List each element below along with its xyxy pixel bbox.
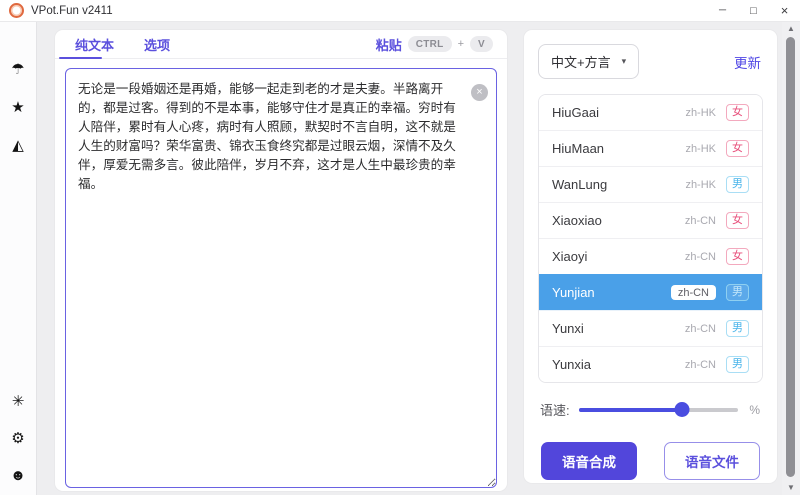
voice-locale: zh-CN xyxy=(685,359,716,371)
voice-locale: zh-CN xyxy=(685,323,716,335)
gender-badge: 女 xyxy=(726,212,749,229)
chevron-down-icon: ▾ xyxy=(622,56,627,67)
voice-name: Xiaoyi xyxy=(552,249,685,264)
paste-group: 粘贴 CTRL + V xyxy=(376,35,493,54)
speed-slider-thumb[interactable] xyxy=(675,402,690,417)
umbrella-icon[interactable]: ☂ xyxy=(11,62,24,77)
action-buttons: 语音合成 语音文件 xyxy=(524,442,777,480)
clear-text-button[interactable]: × xyxy=(471,84,488,101)
synthesize-button[interactable]: 语音合成 xyxy=(541,442,637,480)
voice-locale: zh-HK xyxy=(685,179,716,191)
speed-unit: % xyxy=(749,403,760,417)
gender-badge: 男 xyxy=(726,356,749,373)
textarea-container: 无论是一段婚姻还是再婚，能够一起走到老的才是夫妻。半路离开的，都是过客。得到的不… xyxy=(65,68,497,488)
voice-name: Yunxia xyxy=(552,357,685,372)
voice-row[interactable]: Xiaoxiao zh-CN 女 xyxy=(539,202,762,238)
voice-name: WanLung xyxy=(552,177,685,192)
robot-icon[interactable]: ☻ xyxy=(10,468,26,483)
app-content: ☂ ★ ◭ ✳ ⚙ ☻ 纯文本 选项 粘贴 CTRL + V 无论是一段婚姻还是… xyxy=(0,22,800,495)
voice-name: Yunjian xyxy=(552,285,671,300)
paste-button[interactable]: 粘贴 xyxy=(376,35,402,54)
window-controls: ─ □ × xyxy=(707,0,800,21)
voice-row[interactable]: WanLung zh-HK 男 xyxy=(539,166,762,202)
scrollbar-thumb[interactable] xyxy=(786,37,795,477)
text-input[interactable]: 无论是一段婚姻还是再婚，能够一起走到老的才是夫妻。半路离开的，都是过客。得到的不… xyxy=(65,68,497,488)
voice-name: HiuMaan xyxy=(552,141,685,156)
sidebar: ☂ ★ ◭ ✳ ⚙ ☻ xyxy=(0,22,37,495)
voice-row[interactable]: Yunxi zh-CN 男 xyxy=(539,310,762,346)
voice-locale: zh-HK xyxy=(685,107,716,119)
voice-locale: zh-CN xyxy=(671,285,716,300)
language-dropdown[interactable]: 中文+方言 ▾ xyxy=(538,44,639,79)
app-window: { "window": { "title": "VPot.Fun v2411",… xyxy=(0,0,800,495)
shutter-icon[interactable]: ✳ xyxy=(12,394,25,409)
mountain-icon[interactable]: ◭ xyxy=(12,138,24,153)
voice-locale: zh-CN xyxy=(685,215,716,227)
editor-card: 纯文本 选项 粘贴 CTRL + V 无论是一段婚姻还是再婚，能够一起走到老的才… xyxy=(55,30,507,491)
voice-panel: 中文+方言 ▾ 更新 HiuGaai zh-HK 女 HiuMaan zh-HK… xyxy=(524,30,777,483)
voice-row-selected[interactable]: Yunjian zh-CN 男 xyxy=(539,274,762,310)
refresh-link[interactable]: 更新 xyxy=(734,52,761,72)
language-dropdown-value: 中文+方言 xyxy=(551,52,611,71)
gender-badge: 女 xyxy=(726,104,749,121)
voice-locale: zh-CN xyxy=(685,251,716,263)
voice-name: Xiaoxiao xyxy=(552,213,685,228)
voice-list: HiuGaai zh-HK 女 HiuMaan zh-HK 女 WanLung … xyxy=(538,94,763,383)
v-key-badge: V xyxy=(470,36,493,52)
gender-badge: 女 xyxy=(726,140,749,157)
title-bar: VPot.Fun v2411 ─ □ × xyxy=(0,0,800,22)
speed-slider-fill xyxy=(579,408,683,412)
voice-file-button[interactable]: 语音文件 xyxy=(664,442,760,480)
speed-slider[interactable] xyxy=(579,408,739,412)
close-button[interactable]: × xyxy=(769,0,800,21)
voice-row[interactable]: HiuGaai zh-HK 女 xyxy=(539,95,762,130)
voice-locale: zh-HK xyxy=(685,143,716,155)
speed-control: 语速: % xyxy=(540,400,760,419)
gear-icon[interactable]: ⚙ xyxy=(11,431,24,446)
gender-badge: 男 xyxy=(726,176,749,193)
voice-name: HiuGaai xyxy=(552,105,685,120)
minimize-button[interactable]: ─ xyxy=(707,0,738,21)
star-icon[interactable]: ★ xyxy=(11,100,24,115)
scroll-down-icon[interactable]: ▼ xyxy=(782,481,800,495)
plus-sign: + xyxy=(458,38,464,50)
tab-plain-text[interactable]: 纯文本 xyxy=(75,30,114,58)
voice-row[interactable]: Yunxia zh-CN 男 xyxy=(539,346,762,382)
window-scrollbar[interactable]: ▲ ▼ xyxy=(782,22,800,495)
ctrl-key-badge: CTRL xyxy=(408,36,452,52)
gender-badge: 男 xyxy=(726,284,749,301)
gender-badge: 男 xyxy=(726,320,749,337)
voice-panel-header: 中文+方言 ▾ 更新 xyxy=(524,30,777,91)
gender-badge: 女 xyxy=(726,248,749,265)
window-title: VPot.Fun v2411 xyxy=(31,5,113,17)
voice-name: Yunxi xyxy=(552,321,685,336)
voice-row[interactable]: HiuMaan zh-HK 女 xyxy=(539,130,762,166)
app-logo-icon xyxy=(9,3,24,18)
editor-header: 纯文本 选项 粘贴 CTRL + V xyxy=(55,30,507,59)
speed-label: 语速: xyxy=(540,400,570,419)
voice-row[interactable]: Xiaoyi zh-CN 女 xyxy=(539,238,762,274)
maximize-button[interactable]: □ xyxy=(738,0,769,21)
scroll-up-icon[interactable]: ▲ xyxy=(782,22,800,36)
tab-options[interactable]: 选项 xyxy=(144,30,170,58)
